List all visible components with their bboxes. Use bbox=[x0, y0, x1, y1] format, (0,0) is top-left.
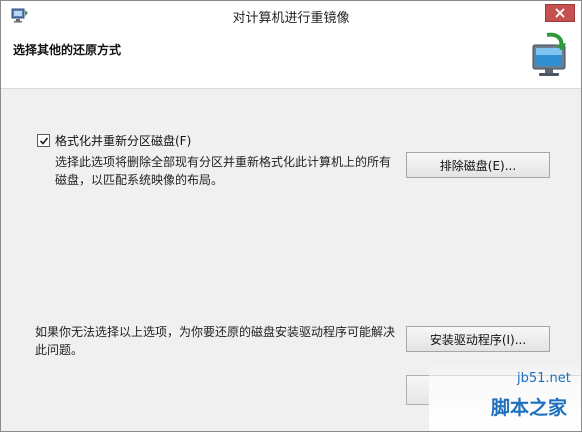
checkmark-icon bbox=[39, 136, 48, 145]
page-title: 选择其他的还原方式 bbox=[13, 43, 122, 57]
watermark-name: 脚本之家 bbox=[491, 397, 568, 419]
watermark-site: jb51.net bbox=[517, 371, 571, 386]
format-description: 选择此选项将删除全部现有分区并重新格式化此计算机上的所有磁盘，以匹配系统映像的布… bbox=[55, 155, 392, 187]
install-drivers-button[interactable]: 安装驱动程序(I)... bbox=[406, 326, 550, 352]
exclude-disks-button[interactable]: 排除磁盘(E)... bbox=[406, 152, 550, 178]
format-option-row[interactable]: 格式化并重新分区磁盘(F) bbox=[37, 132, 191, 149]
title-bar[interactable]: 对计算机进行重镜像 bbox=[1, 1, 581, 29]
watermark: jb51.net 脚本之家 bbox=[429, 363, 581, 431]
format-checkbox[interactable] bbox=[37, 134, 50, 147]
driver-description: 如果你无法选择以上选项，为你要还原的磁盘安装驱动程序可能解决此问题。 bbox=[35, 325, 396, 357]
header-band: 选择其他的还原方式 bbox=[1, 29, 581, 89]
close-icon bbox=[555, 8, 565, 18]
format-checkbox-label[interactable]: 格式化并重新分区磁盘(F) bbox=[55, 132, 191, 149]
dialog-window: 对计算机进行重镜像 选择其他的还原方式 格式化并重新分区磁盘(F) 选择此选项将… bbox=[0, 0, 582, 432]
window-title: 对计算机进行重镜像 bbox=[232, 11, 350, 26]
close-button[interactable] bbox=[545, 4, 575, 22]
computer-restore-icon bbox=[527, 31, 573, 81]
